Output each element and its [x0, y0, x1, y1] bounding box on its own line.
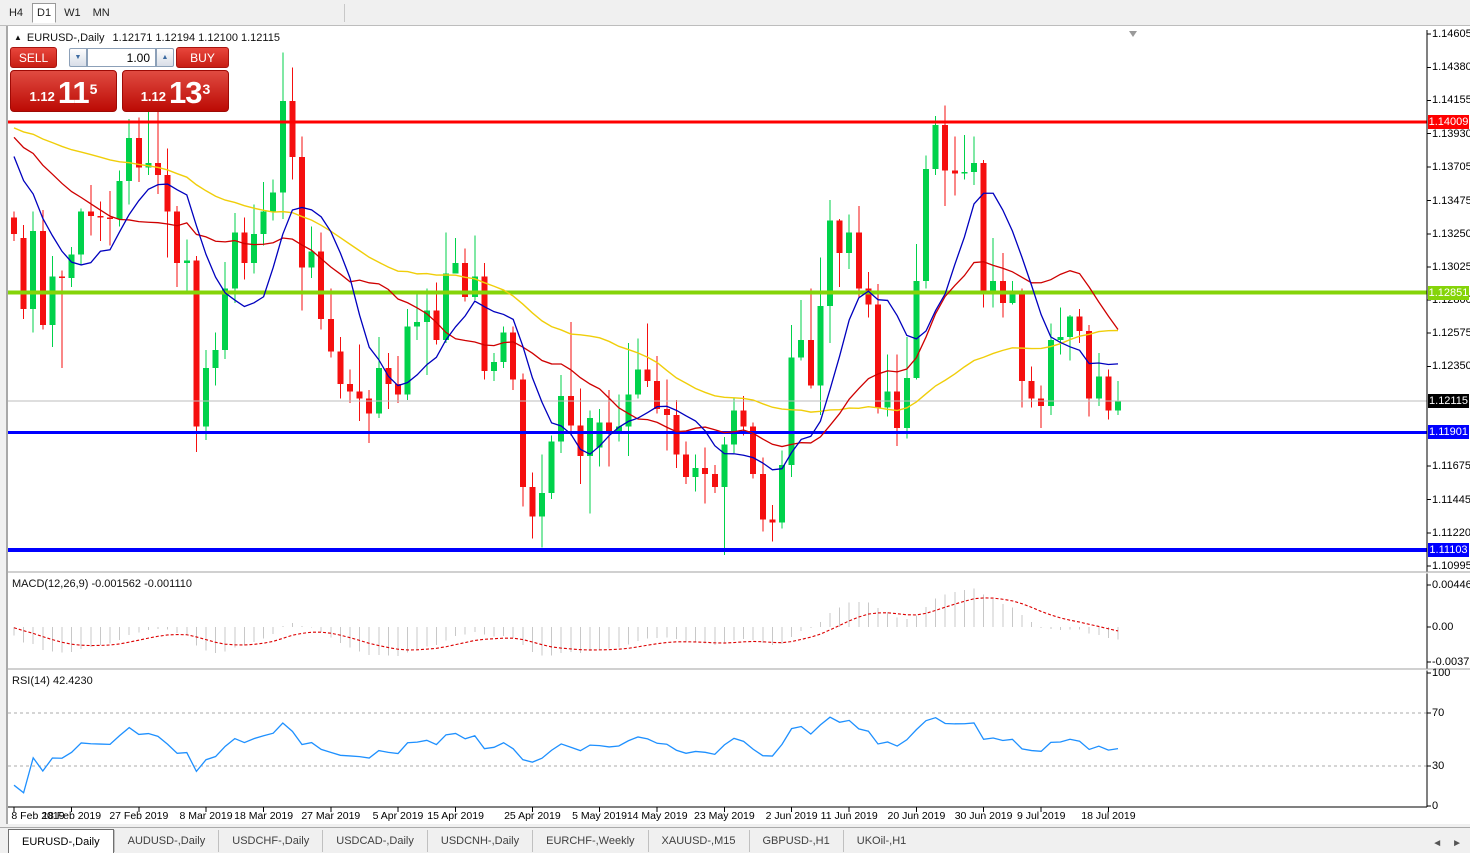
timeframe-toolbar: H4D1W1MN: [0, 0, 1470, 26]
price-axis-label: 1.13475: [1432, 195, 1470, 207]
x-axis-date-label: 11 Jun 2019: [821, 810, 878, 822]
symbol-tab-gbpusd[interactable]: GBPUSD-,H1: [749, 830, 843, 852]
price-axis-label: 1.11445: [1432, 494, 1470, 506]
toolbar-divider: [344, 4, 345, 22]
symbol-tab-usdcad[interactable]: USDCAD-,Daily: [322, 830, 427, 852]
price-axis-label: 1.13930: [1432, 128, 1470, 140]
price-axis-label: 1.12575: [1432, 327, 1470, 339]
price-axis-label: 1.13705: [1432, 161, 1470, 173]
price-badge: 1.11901: [1428, 425, 1469, 439]
symbol-tab-eurusd[interactable]: EURUSD-,Daily: [8, 829, 114, 853]
x-axis-date-label: 20 Jun 2019: [887, 810, 945, 822]
macd-axis-label: 0.00: [1432, 621, 1453, 633]
symbol-tab-bar: EURUSD-,DailyAUDUSD-,DailyUSDCHF-,DailyU…: [0, 827, 1470, 853]
volume-increase-icon[interactable]: ▲: [156, 48, 174, 67]
chart-symbol-title: EURUSD-,Daily: [27, 32, 105, 44]
x-axis-date-label: 18 Feb 2019: [42, 810, 101, 822]
tab-scroll-left-icon[interactable]: ◄: [1432, 838, 1442, 849]
x-axis-date-label: 18 Mar 2019: [234, 810, 293, 822]
x-axis-date-label: 27 Mar 2019: [301, 810, 360, 822]
buy-price-display[interactable]: 1.12 13 3: [122, 70, 229, 112]
price-axis-label: 1.10995: [1432, 560, 1470, 572]
sell-price-big-figure: 11: [58, 79, 89, 107]
price-axis-label: 1.13025: [1432, 261, 1470, 273]
rsi-axis-label: 30: [1432, 760, 1444, 772]
x-axis-date-label: 30 Jun 2019: [955, 810, 1013, 822]
chart-header: ▲ EURUSD-,Daily 1.12171 1.12194 1.12100 1.…: [14, 32, 280, 44]
sell-price-prefix: 1.12: [30, 87, 55, 107]
price-axis-label: 1.11220: [1432, 527, 1470, 539]
symbol-tab-xauusd[interactable]: XAUUSD-,M15: [648, 830, 749, 852]
volume-input[interactable]: [87, 48, 156, 67]
x-axis-date-label: 8 Mar 2019: [179, 810, 232, 822]
price-axis-label: 1.14605: [1432, 28, 1470, 40]
volume-decrease-icon[interactable]: ▼: [69, 48, 87, 67]
collapse-triangle-icon[interactable]: ▲: [14, 33, 22, 42]
x-axis-date-label: 15 Apr 2019: [427, 810, 484, 822]
x-axis-date-label: 27 Feb 2019: [109, 810, 168, 822]
x-axis-date-label: 9 Jul 2019: [1017, 810, 1065, 822]
x-axis-date-label: 25 Apr 2019: [504, 810, 561, 822]
buy-price-pip-fraction: 3: [203, 83, 211, 95]
chart-canvas[interactable]: [0, 0, 1470, 853]
x-axis-date-label: 5 May 2019: [572, 810, 627, 822]
timeframe-tab-d1[interactable]: D1: [32, 3, 56, 23]
macd-label: MACD(12,26,9) -0.001562 -0.001110: [12, 578, 192, 590]
price-axis-label: 1.13250: [1432, 228, 1470, 240]
timeframe-tab-mn[interactable]: MN: [89, 3, 114, 23]
rsi-label: RSI(14) 42.4230: [12, 675, 93, 687]
chart-ohlc-values: 1.12171 1.12194 1.12100 1.12115: [113, 32, 280, 44]
buy-price-prefix: 1.12: [141, 87, 166, 107]
buy-button[interactable]: BUY: [176, 47, 229, 68]
window-left-border: [0, 26, 8, 824]
sell-price-pip-fraction: 5: [90, 83, 98, 95]
x-axis-date-label: 23 May 2019: [694, 810, 755, 822]
price-axis-label: 1.14380: [1432, 61, 1470, 73]
price-badge: 1.12851: [1428, 286, 1469, 300]
buy-price-big-figure: 13: [169, 79, 201, 107]
tab-scroll-right-icon[interactable]: ►: [1452, 838, 1462, 849]
price-axis-label: 1.11675: [1432, 460, 1470, 472]
macd-axis-label: 0.004465: [1432, 579, 1470, 591]
symbol-tab-audusd[interactable]: AUDUSD-,Daily: [114, 830, 219, 852]
symbol-tab-usdchf[interactable]: USDCHF-,Daily: [218, 830, 322, 852]
x-axis-date-label: 14 May 2019: [627, 810, 688, 822]
symbol-tab-eurchf[interactable]: EURCHF-,Weekly: [532, 830, 647, 852]
symbol-tab-usdcnh[interactable]: USDCNH-,Daily: [427, 830, 532, 852]
price-axis-label: 1.14155: [1432, 94, 1470, 106]
one-click-trade-panel: SELL ▼ ▲ BUY 1.12 11 5 1.12 13 3: [10, 46, 229, 112]
timeframe-tab-w1[interactable]: W1: [60, 3, 85, 23]
price-badge: 1.11103: [1428, 543, 1469, 557]
symbol-tab-ukoil[interactable]: UKOil-,H1: [843, 830, 920, 852]
x-axis-date-label: 5 Apr 2019: [373, 810, 424, 822]
price-badge: 1.14009: [1428, 115, 1469, 129]
x-axis-date-label: 18 Jul 2019: [1081, 810, 1135, 822]
price-badge: 1.12115: [1428, 394, 1469, 408]
price-axis-label: 1.12350: [1432, 360, 1470, 372]
sell-price-display[interactable]: 1.12 11 5: [10, 70, 117, 112]
rsi-axis-label: 70: [1432, 707, 1444, 719]
trading-platform-window: H4D1W1MN ▲ EURUSD-,Daily 1.12171 1.12194 1…: [0, 0, 1470, 853]
sell-button[interactable]: SELL: [10, 47, 57, 68]
timeframe-tab-h4[interactable]: H4: [4, 3, 28, 23]
rsi-axis-label: 100: [1432, 667, 1450, 679]
x-axis-date-label: 2 Jun 2019: [766, 810, 818, 822]
rsi-axis-label: 0: [1432, 800, 1438, 812]
